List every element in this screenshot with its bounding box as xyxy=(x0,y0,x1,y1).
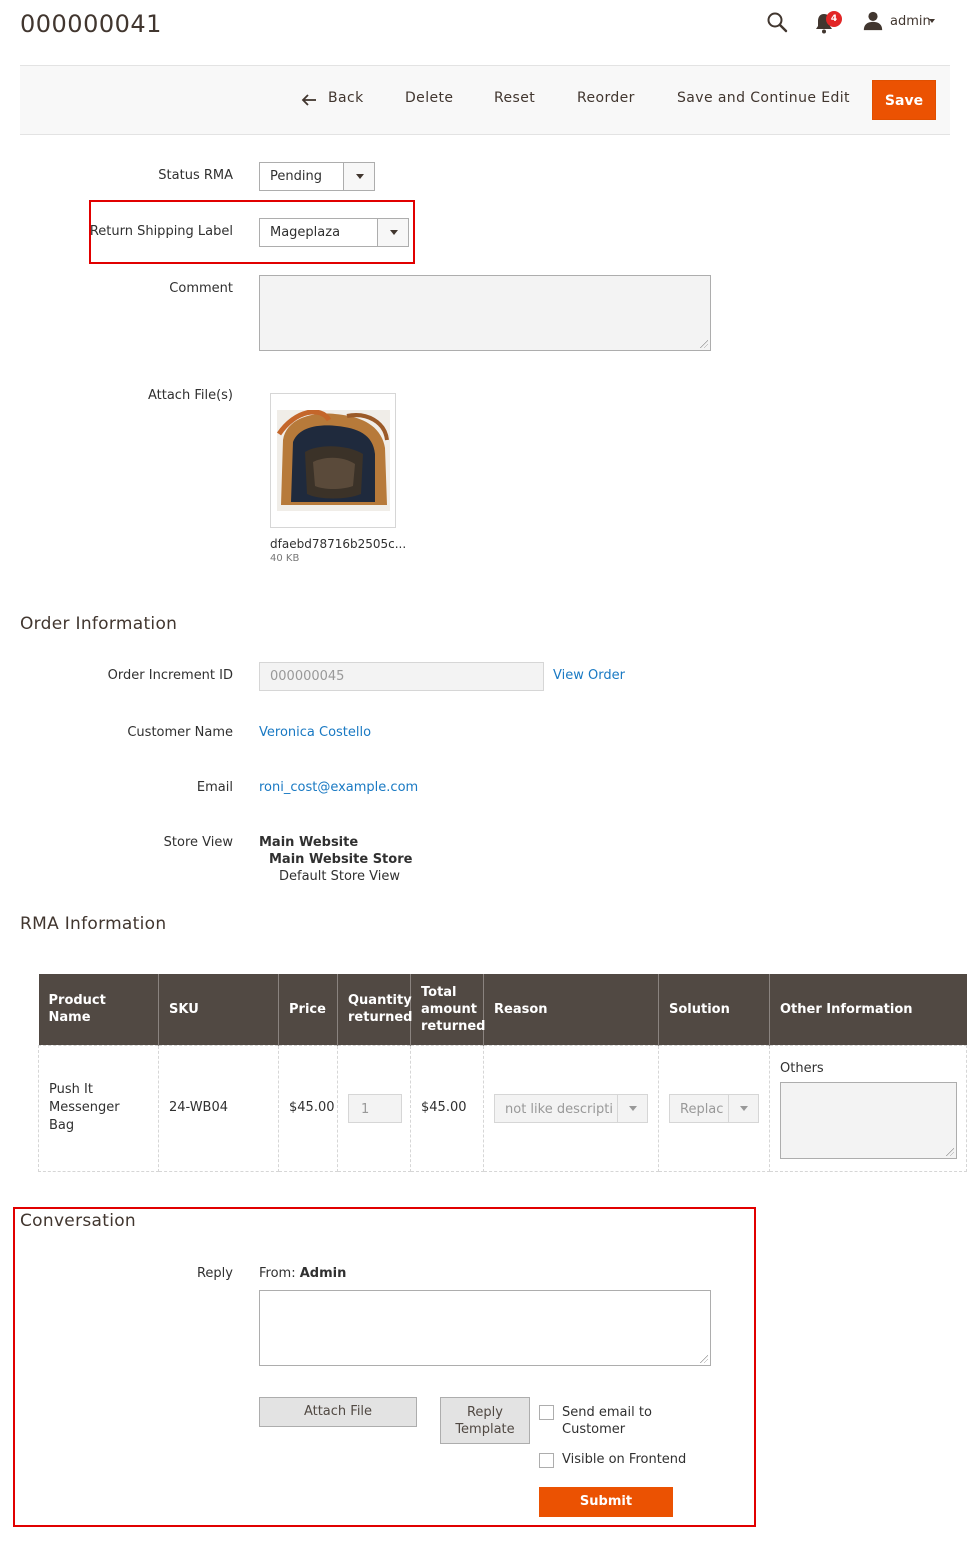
comment-label: Comment xyxy=(169,281,233,296)
return-shipping-label-label: Return Shipping Label xyxy=(89,224,233,239)
highlight-box-conversation xyxy=(13,1207,756,1527)
return-shipping-label-value: Mageplaza xyxy=(270,225,341,240)
resize-handle-icon[interactable] xyxy=(946,1147,954,1156)
delete-button[interactable]: Delete xyxy=(405,90,453,106)
chevron-down-icon xyxy=(377,219,408,246)
visible-frontend-checkbox[interactable] xyxy=(539,1453,554,1468)
user-icon[interactable] xyxy=(862,10,884,32)
price-cell: $45.00 xyxy=(278,1044,338,1172)
column-header-total: Total amount returned xyxy=(410,974,486,1045)
visible-frontend-label: Visible on Frontend xyxy=(562,1452,687,1467)
send-email-label: Send email to Customer xyxy=(562,1405,652,1437)
order-increment-input: 000000045 xyxy=(259,662,544,691)
reorder-button[interactable]: Reorder xyxy=(577,90,635,106)
attach-files-label: Attach File(s) xyxy=(147,388,233,403)
rma-information-title: RMA Information xyxy=(20,914,167,934)
order-information-title: Order Information xyxy=(20,614,178,634)
column-header-product-name: Product Name xyxy=(38,974,159,1045)
store-view-label: Store View xyxy=(163,835,233,850)
file-size: 40 KB xyxy=(270,553,300,564)
notification-badge: 4 xyxy=(826,11,842,27)
submit-button[interactable]: Submit xyxy=(539,1487,673,1517)
customer-name-label: Customer Name xyxy=(127,725,233,740)
solution-value: Replace xyxy=(680,1101,723,1117)
email-label: Email xyxy=(196,780,233,795)
table-row: Push It Messenger Bag 24-WB04 $45.00 1 $… xyxy=(38,1044,967,1172)
return-shipping-label-select[interactable]: Mageplaza xyxy=(259,218,409,247)
from-prefix: From: xyxy=(259,1266,296,1281)
product-name-cell: Push It Messenger Bag xyxy=(38,1044,159,1172)
quantity-input: 1 xyxy=(348,1093,402,1123)
from-name: Admin xyxy=(299,1266,347,1281)
save-button[interactable]: Save xyxy=(872,80,936,120)
store-website: Main Website xyxy=(259,835,359,850)
chevron-down-icon xyxy=(617,1094,647,1122)
reason-select: not like description xyxy=(494,1093,648,1123)
status-rma-value: Pending xyxy=(270,169,322,184)
others-label: Others xyxy=(780,1060,824,1076)
page-title: 000000041 xyxy=(20,10,162,38)
column-header-sku: SKU xyxy=(158,974,279,1045)
status-rma-label: Status RMA xyxy=(158,168,233,183)
conversation-title: Conversation xyxy=(20,1211,136,1231)
reply-template-button[interactable]: Reply Template xyxy=(440,1397,530,1444)
admin-username[interactable]: admin xyxy=(890,14,931,29)
search-icon[interactable] xyxy=(765,10,789,34)
other-info-cell: Others xyxy=(769,1044,967,1172)
status-rma-select[interactable]: Pending xyxy=(259,162,375,191)
reply-textarea[interactable] xyxy=(259,1290,711,1366)
other-info-textarea[interactable] xyxy=(780,1081,957,1159)
file-name[interactable]: dfaebd78716b2505c... xyxy=(270,537,406,551)
rma-items-table: Product Name SKU Price Quantity returned… xyxy=(38,974,967,1172)
sku-cell: 24-WB04 xyxy=(158,1044,279,1172)
reason-value: not like description xyxy=(505,1101,613,1117)
comment-textarea[interactable] xyxy=(259,275,711,351)
solution-select: Replace xyxy=(669,1093,759,1123)
email-link[interactable]: roni_cost@example.com xyxy=(259,780,418,795)
chevron-down-icon xyxy=(728,1094,758,1122)
store-view-name: Default Store View xyxy=(279,869,400,884)
total-cell: $45.00 xyxy=(410,1044,484,1172)
customer-name-link[interactable]: Veronica Costello xyxy=(259,725,371,740)
chevron-down-icon xyxy=(343,163,374,190)
reason-cell: not like description xyxy=(483,1044,659,1172)
resize-handle-icon[interactable] xyxy=(700,340,708,348)
store-store: Main Website Store xyxy=(269,852,413,867)
bag-image-icon xyxy=(277,410,390,511)
send-email-checkbox[interactable] xyxy=(539,1405,554,1420)
column-header-other-info: Other Information xyxy=(769,974,967,1045)
order-increment-label: Order Increment ID xyxy=(107,668,233,683)
chevron-down-icon[interactable] xyxy=(929,19,935,23)
column-header-quantity: Quantity returned xyxy=(337,974,413,1045)
resize-handle-icon[interactable] xyxy=(700,1355,708,1363)
attach-file-button[interactable]: Attach File xyxy=(259,1397,417,1427)
back-button[interactable]: Back xyxy=(328,90,364,106)
save-continue-button[interactable]: Save and Continue Edit xyxy=(677,90,850,106)
quantity-cell: 1 xyxy=(337,1044,411,1172)
arrow-left-icon xyxy=(301,94,316,106)
column-header-price: Price xyxy=(278,974,338,1045)
reply-from: From: Admin xyxy=(259,1266,346,1281)
table-header-row: Product Name SKU Price Quantity returned… xyxy=(38,974,967,1045)
file-thumbnail[interactable] xyxy=(270,393,396,528)
reset-button[interactable]: Reset xyxy=(494,90,535,106)
column-header-reason: Reason xyxy=(483,974,659,1045)
reply-label: Reply xyxy=(196,1266,233,1281)
column-header-solution: Solution xyxy=(658,974,770,1045)
solution-cell: Replace xyxy=(658,1044,770,1172)
view-order-link[interactable]: View Order xyxy=(553,668,625,683)
